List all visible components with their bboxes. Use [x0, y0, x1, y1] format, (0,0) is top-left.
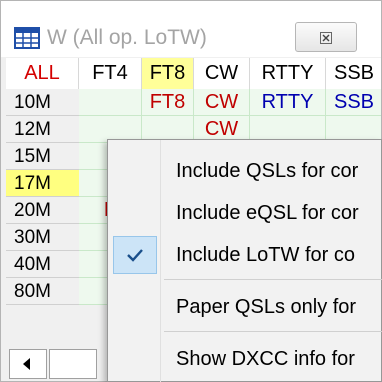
band-label[interactable]: 12M: [6, 116, 79, 143]
scroll-thumb[interactable]: [49, 349, 97, 379]
menu-item-label: Include LoTW for co: [176, 244, 355, 266]
close-button[interactable]: [295, 22, 357, 52]
menu-item-4[interactable]: Paper QSLs only for: [108, 286, 382, 328]
grid-table-icon: [14, 27, 40, 49]
menu-item-1[interactable]: Include QSLs for cor: [108, 150, 382, 192]
window-title: W (All op. LoTW): [47, 26, 207, 49]
column-header-rtty[interactable]: RTTY: [250, 58, 326, 89]
grid-cell-10m-ssb[interactable]: SSB: [326, 89, 381, 116]
menu-separator: [164, 279, 382, 280]
table-row: 10M FT8 CW RTTY SSB: [6, 89, 381, 116]
band-label[interactable]: 30M: [6, 224, 79, 251]
column-header-row: ALL FT4 FT8 CW RTTY SSB: [6, 58, 381, 89]
column-header-cw[interactable]: CW: [194, 58, 250, 89]
cell-value: CW: [204, 118, 239, 140]
band-label[interactable]: 80M: [6, 278, 79, 305]
band-label[interactable]: 10M: [6, 89, 79, 116]
cell-value: FT8: [149, 91, 186, 113]
menu-separator: [164, 331, 382, 332]
cell-value: SSB: [333, 91, 375, 113]
grid-cell-10m-ft4[interactable]: [79, 89, 142, 116]
menu-item-5[interactable]: Show DXCC info for: [108, 338, 382, 380]
close-icon: [320, 32, 332, 44]
context-menu: Include QSLs for cor Include eQSL for cor…: [107, 139, 382, 382]
grid-cell-10m-rtty[interactable]: RTTY: [250, 89, 326, 116]
menu-item-label: Paper QSLs only for: [176, 296, 357, 318]
title-bar[interactable]: W (All op. LoTW): [1, 1, 381, 57]
band-label[interactable]: 20M: [6, 197, 79, 224]
band-label[interactable]: 40M: [6, 251, 79, 278]
scroll-left-button[interactable]: [9, 349, 47, 379]
band-label[interactable]: 17M: [6, 170, 79, 197]
column-header-ft8[interactable]: FT8: [142, 58, 194, 89]
column-header-all[interactable]: ALL: [6, 58, 79, 89]
menu-item-label: Include eQSL for cor: [176, 202, 359, 224]
menu-item-3[interactable]: Include LoTW for co: [108, 234, 382, 276]
menu-item-2[interactable]: Include eQSL for cor: [108, 192, 382, 234]
cell-value: RTTY: [261, 91, 314, 113]
grid-cell-10m-cw[interactable]: CW: [194, 89, 250, 116]
menu-item-label: Include QSLs for cor: [176, 160, 359, 182]
column-header-ssb[interactable]: SSB: [326, 58, 381, 89]
cell-value: CW: [204, 91, 239, 113]
checkmark-icon: [113, 236, 157, 274]
column-header-ft4[interactable]: FT4: [79, 58, 142, 89]
grid-cell-10m-ft8[interactable]: FT8: [142, 89, 194, 116]
band-label[interactable]: 15M: [6, 143, 79, 170]
menu-item-label: Show DXCC info for: [176, 348, 355, 370]
